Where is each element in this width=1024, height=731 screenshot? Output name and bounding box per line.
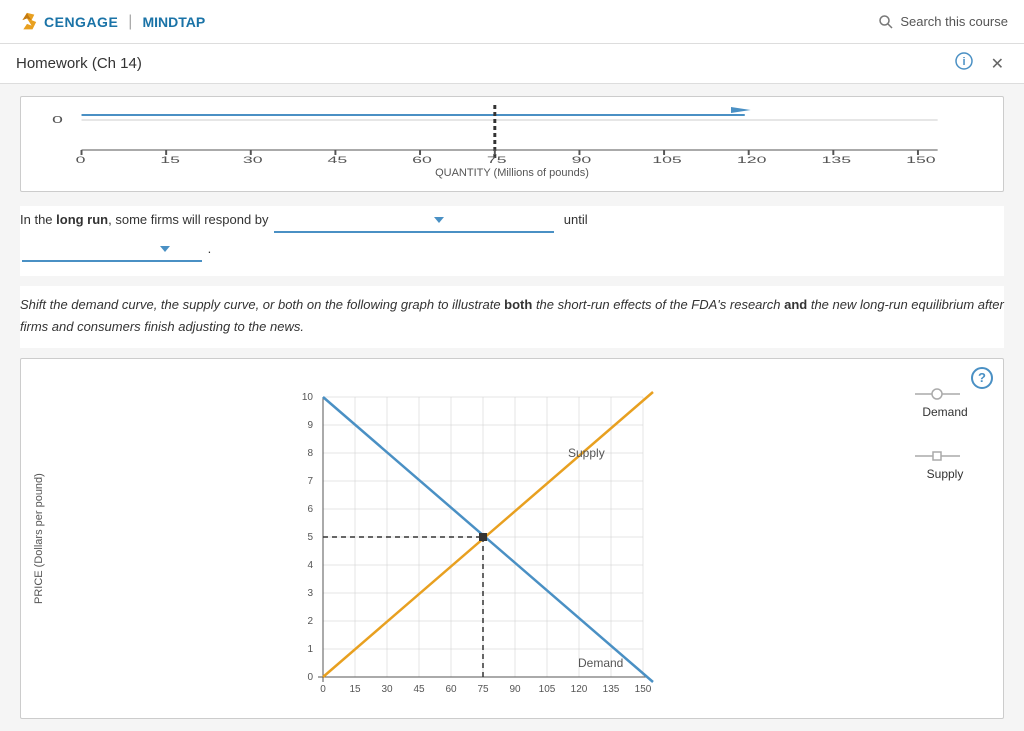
close-button[interactable]: ✕ (987, 50, 1008, 78)
header: CENGAGE | MINDTAP Search this course (0, 0, 1024, 44)
instruction-bold-both: both (504, 297, 532, 312)
title-bar-actions: i ✕ (951, 48, 1008, 79)
instruction-text: Shift the demand curve, the supply curve… (20, 286, 1004, 348)
cengage-icon (16, 11, 38, 33)
svg-text:10: 10 (302, 392, 314, 403)
svg-text:105: 105 (652, 155, 682, 165)
search-icon (878, 14, 894, 30)
demand-label: Demand (578, 656, 623, 670)
legend-demand-label: Demand (922, 405, 967, 419)
question-sentence-2: . (20, 239, 1004, 262)
y-axis-label: PRICE (Dollars per pound) (29, 367, 49, 710)
q-suffix1: , some firms will respond by (108, 212, 268, 227)
svg-text:30: 30 (243, 155, 263, 165)
svg-text:45: 45 (413, 684, 425, 695)
question-sentence: In the long run, some firms will respond… (20, 210, 1004, 233)
period: . (208, 241, 212, 256)
dropdown-2[interactable] (22, 239, 202, 262)
legend-demand: Demand (895, 387, 995, 419)
svg-text:120: 120 (737, 155, 767, 165)
search-area[interactable]: Search this course (878, 14, 1008, 30)
logo-mindtap-text: MINDTAP (142, 14, 205, 30)
legend-supply-icon (915, 449, 975, 463)
main-content: 0 0 15 30 45 (0, 84, 1024, 731)
page-title: Homework (Ch 14) (16, 55, 142, 72)
instruction-italic-1: Shift the demand curve, the supply curve… (20, 297, 504, 312)
legend-supply-label: Supply (927, 467, 964, 481)
svg-text:i: i (962, 56, 965, 68)
instruction-paragraph: Shift the demand curve, the supply curve… (20, 294, 1004, 338)
svg-text:60: 60 (412, 155, 432, 165)
help-button[interactable]: ? (971, 367, 993, 389)
svg-text:4: 4 (307, 560, 313, 571)
svg-text:9: 9 (307, 420, 313, 431)
dropdown-1[interactable] (274, 210, 554, 233)
info-button[interactable]: i (951, 48, 977, 79)
mini-graph-svg: 0 0 15 30 45 (52, 105, 977, 165)
logo-cengage-text: CENGAGE (44, 14, 118, 30)
main-chart-svg[interactable]: 0 1 2 3 4 5 6 7 8 9 10 0 15 30 45 60 (51, 367, 895, 707)
svg-text:5: 5 (307, 532, 313, 543)
svg-text:75: 75 (487, 155, 507, 165)
instruction-bold-and: and (784, 297, 807, 312)
svg-text:45: 45 (328, 155, 348, 165)
info-icon: i (955, 52, 973, 70)
x-axis-label: QUANTITY (Millions of pounds) (37, 167, 987, 179)
svg-text:0: 0 (76, 155, 86, 165)
instruction-italic-2: the short-run effects of the FDA's resea… (532, 297, 784, 312)
legend-area: Demand Supply (895, 367, 995, 710)
svg-text:6: 6 (307, 504, 313, 515)
svg-text:0: 0 (52, 115, 63, 126)
svg-text:3: 3 (307, 588, 313, 599)
logo-divider: | (128, 13, 132, 31)
svg-text:2: 2 (307, 616, 313, 627)
mini-graph-box: 0 0 15 30 45 (20, 96, 1004, 192)
dropdown-2-arrow (160, 246, 170, 252)
main-chart-container: ? PRICE (Dollars per pound) (20, 358, 1004, 719)
svg-text:105: 105 (539, 684, 556, 695)
svg-text:7: 7 (307, 476, 313, 487)
chart-inner: PRICE (Dollars per pound) (29, 367, 995, 710)
dropdown-1-arrow (434, 217, 444, 223)
svg-text:30: 30 (381, 684, 393, 695)
legend-demand-icon (915, 387, 975, 401)
equilibrium-point (479, 533, 487, 541)
svg-text:60: 60 (445, 684, 457, 695)
svg-text:135: 135 (822, 155, 852, 165)
search-text[interactable]: Search this course (900, 14, 1008, 29)
svg-text:90: 90 (509, 684, 521, 695)
svg-text:150: 150 (906, 155, 936, 165)
logo-area: CENGAGE | MINDTAP (16, 11, 205, 33)
until-text: until (564, 212, 588, 227)
svg-text:150: 150 (635, 684, 652, 695)
svg-text:15: 15 (349, 684, 361, 695)
demand-curve[interactable] (323, 397, 653, 682)
chart-plot-area[interactable]: 0 1 2 3 4 5 6 7 8 9 10 0 15 30 45 60 (51, 367, 895, 710)
svg-text:90: 90 (572, 155, 592, 165)
svg-text:0: 0 (307, 672, 313, 683)
title-bar: Homework (Ch 14) i ✕ (0, 44, 1024, 84)
question-text-block: In the long run, some firms will respond… (20, 206, 1004, 276)
q-bold-term: long run (56, 212, 108, 227)
svg-text:75: 75 (477, 684, 489, 695)
svg-text:120: 120 (571, 684, 588, 695)
svg-text:8: 8 (307, 448, 313, 459)
svg-text:0: 0 (320, 684, 326, 695)
legend-supply: Supply (895, 449, 995, 481)
svg-text:135: 135 (603, 684, 620, 695)
q-prefix: In the (20, 212, 56, 227)
supply-label: Supply (568, 446, 605, 460)
svg-text:1: 1 (307, 644, 313, 655)
svg-text:15: 15 (160, 155, 180, 165)
supply-curve[interactable] (323, 392, 653, 677)
